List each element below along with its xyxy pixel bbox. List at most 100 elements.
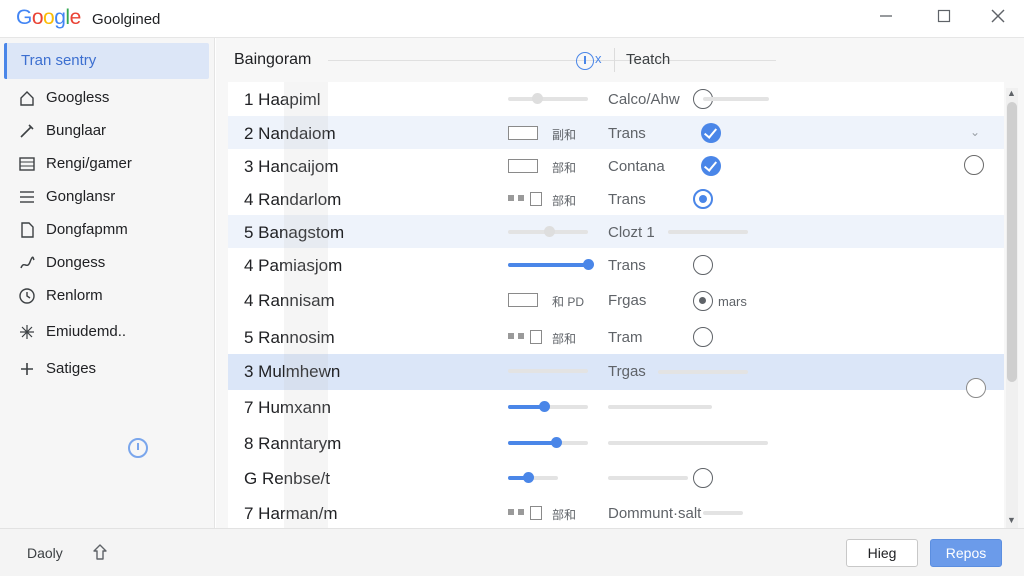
row-name: 4 Randarlom bbox=[244, 190, 342, 209]
sidebar-item[interactable]: Gonglansr bbox=[0, 182, 212, 212]
slider-handle[interactable] bbox=[551, 437, 562, 448]
chevron-down-icon[interactable]: ⌄ bbox=[970, 125, 980, 139]
gesture-icon bbox=[20, 256, 35, 269]
row-radio[interactable] bbox=[693, 189, 713, 209]
slider-handle[interactable] bbox=[544, 226, 555, 237]
row-name: 3 Hancaijom bbox=[244, 157, 339, 176]
list-row[interactable]: 4 Pamiasjom Trans bbox=[228, 248, 1004, 283]
row-slider[interactable] bbox=[508, 364, 588, 378]
list-row[interactable]: 4 Randarlom 部和 Trans bbox=[228, 182, 1004, 215]
row-status: Trgas bbox=[608, 363, 646, 380]
row-field-text: 部和 bbox=[552, 194, 577, 208]
info-icon[interactable] bbox=[128, 438, 148, 458]
row-field-text: 部和 bbox=[552, 508, 577, 522]
upload-icon[interactable] bbox=[92, 543, 108, 561]
list-row[interactable]: 5 Rannosim 部和 Tram bbox=[228, 320, 1004, 354]
row-status: Clozt 1 bbox=[608, 224, 655, 241]
window-title: Goolgined bbox=[92, 11, 161, 28]
slider-handle[interactable] bbox=[539, 401, 550, 412]
maximize-icon bbox=[937, 9, 951, 23]
sidebar-item[interactable]: Renlorm bbox=[0, 281, 212, 311]
row-field[interactable]: 部和 bbox=[508, 192, 598, 208]
row-radio[interactable] bbox=[693, 327, 713, 347]
list-row[interactable]: 7 Humxann bbox=[228, 390, 1004, 426]
sidebar-item[interactable]: Emiudemd.. bbox=[0, 317, 212, 347]
row-slider[interactable] bbox=[508, 92, 588, 106]
row-slider[interactable] bbox=[508, 471, 558, 485]
row-radio-extra[interactable] bbox=[964, 155, 984, 175]
sidebar-item-label: Tran sentry bbox=[21, 52, 97, 69]
document-icon bbox=[21, 222, 34, 238]
close-button[interactable] bbox=[986, 8, 1010, 30]
list-row[interactable]: 8 Ranntarym bbox=[228, 426, 1004, 461]
row-field[interactable]: 和 PD bbox=[508, 293, 598, 309]
row-field-text: 部和 bbox=[552, 332, 577, 346]
list-row[interactable]: 5 Banagstom Clozt 1 bbox=[228, 215, 1004, 248]
row-radio[interactable] bbox=[693, 291, 713, 311]
list-row[interactable]: 4 Rannisam 和 PD Frgas mars bbox=[228, 283, 1004, 320]
scrollbar[interactable]: ▲ ▼ bbox=[1006, 88, 1018, 528]
row-radio[interactable] bbox=[693, 468, 713, 488]
row-name: G Renbse/t bbox=[244, 469, 330, 488]
row-status: Frgas bbox=[608, 292, 647, 309]
row-field[interactable]: 部和 bbox=[508, 159, 598, 175]
main-panel: Baingoram x Teatch 1 Haapiml Calco/Ahw 2 N… bbox=[216, 38, 1024, 528]
row-status: Contana bbox=[608, 158, 665, 175]
row-field[interactable]: 副和 bbox=[508, 126, 598, 142]
sidebar-item-active[interactable]: Tran sentry bbox=[4, 43, 209, 79]
tab-teatch[interactable]: Teatch bbox=[626, 51, 670, 68]
row-name: 7 Humxann bbox=[244, 398, 331, 417]
row-radio[interactable] bbox=[693, 255, 713, 275]
sparkle-icon bbox=[20, 325, 34, 339]
primary-button[interactable]: Repos bbox=[930, 539, 1002, 567]
slider-handle[interactable] bbox=[523, 472, 534, 483]
sidebar-item-label: Gonglansr bbox=[46, 188, 116, 205]
slider-handle[interactable] bbox=[532, 93, 543, 104]
row-checkbox[interactable] bbox=[701, 156, 721, 176]
plus-icon bbox=[21, 363, 33, 375]
info-icon[interactable] bbox=[576, 52, 594, 70]
row-name: 8 Ranntarym bbox=[244, 434, 342, 453]
list-row[interactable]: 7 Harman/m 部和 Dommunt·salt bbox=[228, 496, 1004, 528]
list-row[interactable]: 3 Mulmhewn Trgas bbox=[228, 354, 1004, 398]
list-row[interactable]: 3 Hancaijom 部和 Contana bbox=[228, 149, 1004, 182]
sidebar-item[interactable]: Bunglaar bbox=[0, 116, 212, 146]
row-name: 4 Pamiasjom bbox=[244, 256, 343, 275]
sidebar-item[interactable]: Dongfapmm bbox=[0, 215, 212, 245]
row-name: 1 Haapiml bbox=[244, 90, 321, 109]
maximize-button[interactable] bbox=[932, 8, 956, 30]
row-field[interactable]: 部和 bbox=[508, 506, 598, 522]
row-status: Trans bbox=[608, 125, 646, 142]
footer: Daoly Hieg Repos bbox=[0, 528, 1024, 576]
footer-link[interactable]: Daoly bbox=[27, 545, 63, 561]
row-slider[interactable] bbox=[508, 225, 588, 239]
list-row[interactable]: 2 Nandaiom 副和 Trans ⌄ bbox=[228, 116, 1004, 149]
sidebar-item-label: Dongfapmm bbox=[46, 221, 128, 238]
row-status: Dommunt·salt bbox=[608, 505, 702, 522]
row-slider[interactable] bbox=[508, 436, 588, 450]
row-slider[interactable] bbox=[508, 400, 588, 414]
sidebar-item[interactable]: Dongess bbox=[0, 248, 212, 278]
sidebar-item[interactable]: Satiges bbox=[0, 354, 212, 384]
scroll-up-icon[interactable]: ▲ bbox=[1007, 88, 1016, 98]
main-header: Baingoram x Teatch bbox=[216, 38, 1024, 82]
row-field-text: 和 PD bbox=[552, 295, 585, 309]
sidebar-item[interactable]: Rengi/gamer bbox=[0, 149, 212, 179]
list-row[interactable]: 1 Haapiml Calco/Ahw bbox=[228, 82, 1004, 116]
row-name: 4 Rannisam bbox=[244, 291, 335, 310]
scroll-thumb[interactable] bbox=[1007, 102, 1017, 382]
scroll-down-icon[interactable]: ▼ bbox=[1007, 515, 1016, 525]
row-field[interactable]: 部和 bbox=[508, 330, 598, 346]
row-radio-label: mars bbox=[718, 294, 747, 309]
secondary-button[interactable]: Hieg bbox=[846, 539, 918, 567]
page-title: Baingoram bbox=[234, 51, 312, 68]
sidebar: Tran sentry Googless Bunglaar Rengi/gamer G… bbox=[0, 38, 215, 528]
minimize-button[interactable] bbox=[874, 8, 898, 30]
row-slider[interactable] bbox=[508, 258, 594, 272]
sidebar-item[interactable]: Googless bbox=[0, 83, 212, 113]
slider-handle[interactable] bbox=[583, 259, 594, 270]
list-row[interactable]: G Renbse/t bbox=[228, 461, 1004, 496]
clear-button[interactable]: x bbox=[595, 51, 602, 66]
row-checkbox[interactable] bbox=[701, 123, 721, 143]
sidebar-item-label: Renlorm bbox=[46, 287, 103, 304]
